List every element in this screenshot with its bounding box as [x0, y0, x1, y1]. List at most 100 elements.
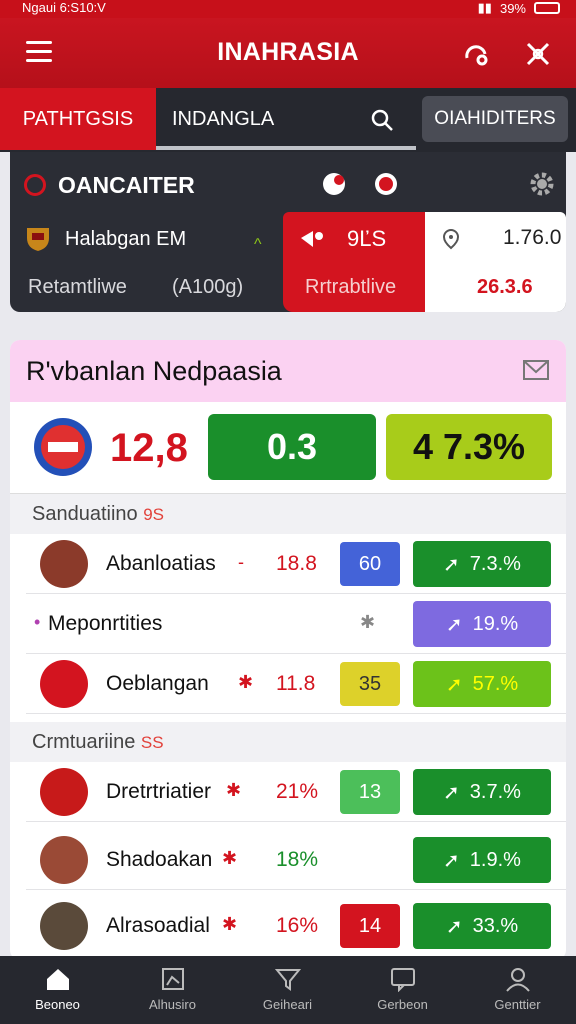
message-icon	[390, 968, 415, 993]
arrow-icon: ➚	[445, 673, 463, 696]
cross-icon: ✱	[222, 848, 238, 868]
summary-row: 12,8 0.3 4 7.3%	[10, 402, 566, 494]
table-row[interactable]: Abanloatias - 18.8 60 ➚ 7.3.%	[26, 534, 566, 594]
avatar	[40, 540, 88, 588]
signal-icon: ▮▮	[477, 0, 492, 15]
row-small-pill[interactable]: 35	[340, 662, 400, 706]
summary-pill-lime[interactable]: 4 7.3%	[386, 414, 552, 480]
avatar	[40, 902, 88, 950]
row-name: Meponrtities	[48, 612, 163, 635]
filter-icon	[274, 969, 301, 991]
notification-icon[interactable]	[372, 170, 400, 198]
table-row[interactable]: • Meponrtities ✱ ➚ 19.%	[26, 594, 566, 654]
row-small-pill[interactable]: 13	[340, 770, 400, 814]
arrow-icon: ➚	[443, 781, 460, 804]
nav-item-filter[interactable]: Geiheari	[230, 956, 345, 1024]
row-name: Alrasoadial	[106, 914, 210, 937]
dash-icon: -	[238, 552, 244, 572]
status-bar: Ngaui 6:S10:V ▮▮ 39%	[0, 0, 576, 18]
nav-label: Gerbeon	[377, 997, 428, 1012]
headset-icon[interactable]	[462, 40, 490, 68]
stat-label: Retamtliwe	[28, 276, 127, 298]
table-row[interactable]: Oeblangan ✱ 11.8 35 ➚ 57.%	[26, 654, 566, 714]
table-row[interactable]: Alrasoadial ✱ 16% 14 ➚ 33.%	[26, 896, 566, 956]
team-name: Halabgan EM	[65, 228, 187, 250]
location-icon	[442, 228, 460, 250]
nav-label: Genttier	[494, 997, 541, 1012]
chart-icon	[161, 968, 184, 990]
user-icon	[505, 968, 530, 992]
cross-icon: ✱	[222, 914, 238, 934]
search-icon[interactable]	[370, 108, 394, 132]
bullet-icon: •	[34, 612, 41, 632]
live-score: 9ĽS	[347, 226, 387, 251]
nav-label: Beoneo	[35, 997, 80, 1012]
row-pct: 18.8	[276, 552, 317, 575]
arrow-icon: ➚	[445, 915, 463, 938]
match-panel: OANCAITER Halabgan EM ^ Retamtliwe (A100…	[10, 152, 566, 312]
row-green-pill[interactable]: ➚ 57.%	[413, 661, 551, 707]
row-small-pill[interactable]: 60	[340, 542, 400, 586]
odds-pct: 26.3.6	[477, 276, 533, 298]
row-pct: 11.8	[276, 672, 316, 695]
nav-item-home[interactable]: Beoneo	[0, 956, 115, 1024]
card-header: R'vbanlan Nedpaasia	[10, 340, 566, 402]
row-pct: 18%	[276, 848, 319, 871]
nav-label: Geiheari	[262, 997, 313, 1012]
odds-box[interactable]: 1.76.0 26.3.6	[425, 212, 566, 312]
mail-icon[interactable]	[522, 358, 550, 382]
live-label: Rrtrabtlive	[305, 276, 397, 298]
row-green-pill[interactable]: ➚ 7.3.%	[413, 541, 551, 587]
avatar	[40, 768, 88, 816]
row-name: Shadoakan	[106, 848, 213, 871]
summary-pill-green[interactable]: 0.3	[208, 414, 376, 480]
row-pct: 21%	[276, 780, 319, 803]
tab-underline	[156, 146, 416, 150]
tab-indangla-label: INDANGLA	[172, 107, 275, 130]
club-badge-icon	[34, 418, 92, 476]
row-name: Oeblangan	[106, 672, 209, 695]
star-icon: ✱	[360, 612, 376, 632]
avatar	[40, 836, 88, 884]
gear-icon[interactable]	[528, 170, 556, 198]
table-row[interactable]: Dretrtriatier ✱ 21% 13 ➚ 3.7.%	[26, 762, 566, 822]
chevron-up-icon[interactable]: ^	[254, 236, 262, 254]
close-icon[interactable]	[524, 40, 552, 68]
odds-value: 1.76.0	[503, 226, 562, 249]
team-crest-icon	[27, 228, 49, 251]
tab-oiahiditers[interactable]: OIAHIDITERS	[422, 96, 568, 142]
bottom-nav: Beoneo Alhusiro Geiheari Gerbeon Genttie…	[0, 956, 576, 1024]
app-bar: INAHRASIA	[0, 18, 576, 88]
tab-pathtgsis[interactable]: PATHTGSIS	[0, 88, 156, 150]
arrow-icon: ➚	[443, 553, 460, 576]
cross-icon: ✱	[238, 672, 254, 692]
heart-icon[interactable]	[24, 174, 46, 196]
ball-icon[interactable]	[320, 170, 348, 198]
row-green-pill[interactable]: ➚ 33.%	[413, 903, 551, 949]
arrow-icon: ➚	[445, 613, 463, 636]
tab-strip: PATHTGSIS INDANGLA OIAHIDITERS	[0, 88, 576, 152]
row-small-pill[interactable]: 14	[340, 904, 400, 948]
section-header: Crmtuariine SS	[10, 722, 566, 762]
row-green-pill[interactable]: ➚ 1.9.%	[413, 837, 551, 883]
row-green-pill[interactable]: ➚ 3.7.%	[413, 769, 551, 815]
row-purple-pill[interactable]: ➚ 19.%	[413, 601, 551, 647]
avatar	[40, 660, 88, 708]
arrow-icon: ➚	[443, 849, 460, 872]
status-time: Ngaui 6:S10:V	[22, 0, 106, 15]
home-icon	[46, 969, 69, 990]
summary-pct: 12,8	[110, 426, 188, 470]
nav-item-stats[interactable]: Alhusiro	[115, 956, 230, 1024]
nav-item-messages[interactable]: Gerbeon	[345, 956, 460, 1024]
battery-text: 39%	[499, 0, 526, 16]
live-score-box[interactable]: 9ĽS Rrtrabtlive	[283, 212, 425, 312]
section-header: Sanduatiino 9S	[10, 494, 566, 534]
megaphone-icon	[301, 231, 323, 247]
panel-title: OANCAITER	[58, 172, 195, 198]
battery-icon	[534, 2, 560, 14]
stat-value: (A100g)	[172, 276, 244, 298]
standings-card: R'vbanlan Nedpaasia 12,8 0.3 4 7.3% Sand…	[10, 340, 566, 960]
nav-item-profile[interactable]: Genttier	[460, 956, 575, 1024]
table-row[interactable]: Shadoakan ✱ 18% ➚ 1.9.%	[26, 830, 566, 890]
row-name: Abanloatias	[106, 552, 216, 575]
